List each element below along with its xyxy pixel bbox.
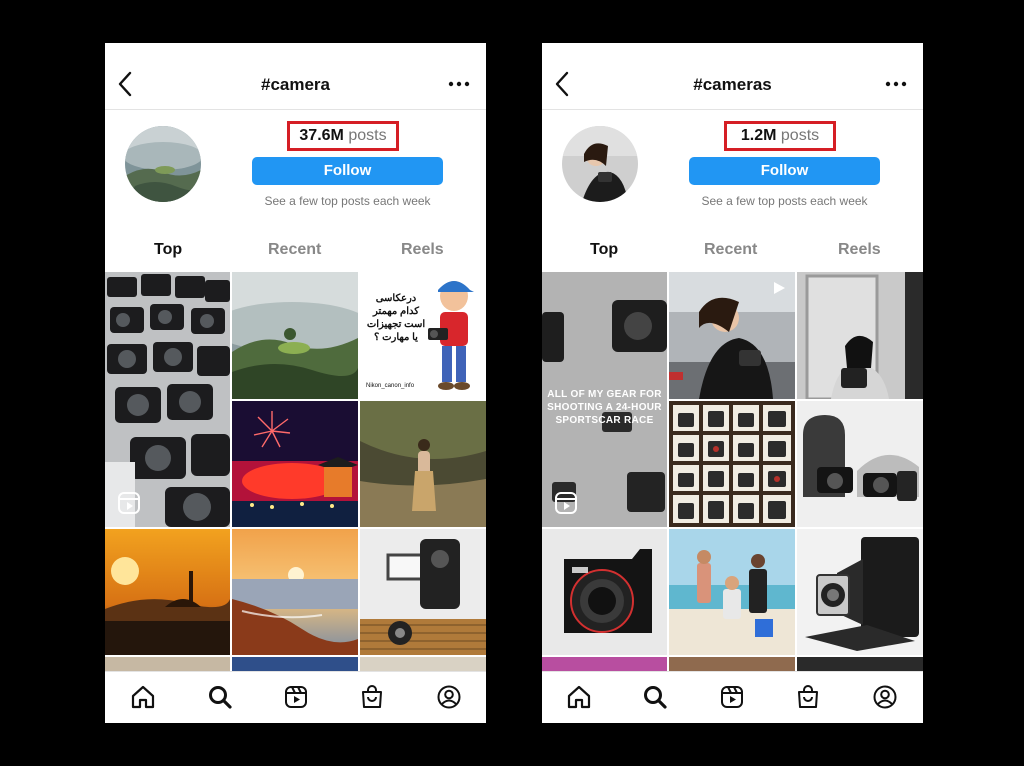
grid-post[interactable] <box>360 401 486 527</box>
grid-post[interactable] <box>797 272 923 399</box>
search-icon[interactable] <box>207 684 233 710</box>
tab-reels[interactable]: Reels <box>401 241 444 259</box>
tab-top[interactable]: Top <box>154 241 182 259</box>
grid-post[interactable] <box>232 529 358 655</box>
content-tabs: Top Recent Reels <box>542 228 923 272</box>
posts-label: posts <box>780 127 820 144</box>
grid-post[interactable] <box>669 657 795 672</box>
grid-post[interactable] <box>232 657 358 672</box>
tab-recent[interactable]: Recent <box>268 241 321 259</box>
reels-icon[interactable] <box>719 684 745 710</box>
grid-post[interactable] <box>232 272 358 399</box>
home-icon[interactable] <box>130 684 156 710</box>
shop-icon[interactable] <box>795 684 821 710</box>
top-bar: #cameras <box>542 43 923 110</box>
post-count-highlight: 37.6M posts <box>287 121 399 151</box>
posts-label: posts <box>348 127 387 144</box>
profile-icon[interactable] <box>436 684 462 710</box>
grid-post[interactable] <box>542 657 667 672</box>
grid-post[interactable] <box>669 529 795 655</box>
tab-top[interactable]: Top <box>590 241 618 259</box>
grid-post[interactable] <box>232 401 358 527</box>
hashtag-avatar <box>562 126 638 202</box>
post-grid: ALL OF MY GEAR FOR SHOOTING A 24-HOUR SP… <box>542 272 923 672</box>
hashtag-title: #cameras <box>693 75 772 94</box>
grid-post[interactable] <box>105 529 230 655</box>
subtitle-text: See a few top posts each week <box>701 194 868 208</box>
phone-screen-cameras: #cameras 1.2M posts Follow See a few top… <box>542 43 923 723</box>
reels-icon[interactable] <box>283 684 309 710</box>
grid-post[interactable] <box>542 529 667 655</box>
home-icon[interactable] <box>566 684 592 710</box>
tab-recent[interactable]: Recent <box>704 241 757 259</box>
subtitle-text: See a few top posts each week <box>264 194 431 208</box>
post-caption-text: درعکاسی کدام مهمتر است تجهیزات یا مهارت … <box>366 293 426 343</box>
reel-badge-icon <box>555 492 577 514</box>
post-grid: درعکاسی کدام مهمتر است تجهیزات یا مهارت … <box>105 272 486 672</box>
video-badge-icon <box>774 282 785 294</box>
bottom-navigation <box>105 671 486 723</box>
reel-badge-icon <box>118 492 140 514</box>
grid-post[interactable] <box>105 272 230 527</box>
grid-post[interactable] <box>360 529 486 655</box>
more-options-icon[interactable] <box>883 73 909 95</box>
grid-post[interactable] <box>105 657 230 672</box>
content-tabs: Top Recent Reels <box>105 228 486 272</box>
grid-post[interactable] <box>797 657 923 672</box>
post-overlay-text: ALL OF MY GEAR FOR SHOOTING A 24-HOUR SP… <box>547 389 662 426</box>
grid-post[interactable] <box>797 401 923 527</box>
phone-screen-camera: #camera 37.6M posts Follow See a few top… <box>105 43 486 723</box>
hashtag-avatar <box>125 126 201 202</box>
shop-icon[interactable] <box>359 684 385 710</box>
hashtag-title: #camera <box>260 75 330 94</box>
post-handle-text: Nikon_canon_info <box>366 383 415 389</box>
post-count-highlight: 1.2M posts <box>724 121 836 151</box>
follow-button[interactable]: Follow <box>689 157 880 185</box>
tab-reels[interactable]: Reels <box>838 241 881 259</box>
grid-post[interactable] <box>360 657 486 672</box>
bottom-navigation <box>542 671 923 723</box>
grid-post[interactable] <box>669 272 795 399</box>
grid-post[interactable]: درعکاسی کدام مهمتر است تجهیزات یا مهارت … <box>360 272 486 399</box>
follow-button[interactable]: Follow <box>252 157 443 185</box>
grid-post[interactable]: ALL OF MY GEAR FOR SHOOTING A 24-HOUR SP… <box>542 272 667 527</box>
more-options-icon[interactable] <box>446 73 472 95</box>
profile-icon[interactable] <box>872 684 898 710</box>
post-count: 1.2M <box>740 127 777 144</box>
top-bar: #camera <box>105 43 486 110</box>
grid-post[interactable] <box>669 401 795 527</box>
grid-post[interactable] <box>797 529 923 655</box>
search-icon[interactable] <box>642 684 668 710</box>
post-count: 37.6M <box>299 127 344 144</box>
